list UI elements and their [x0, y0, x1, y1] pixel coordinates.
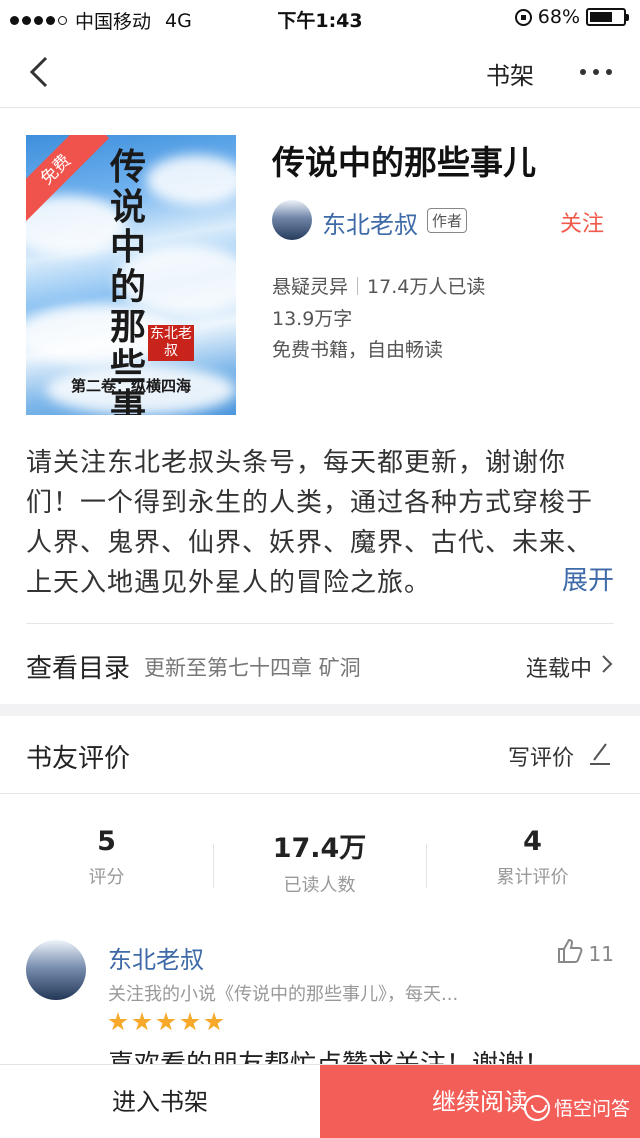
stat-label: 评分 — [88, 867, 125, 888]
stat-label: 已读人数 — [283, 875, 356, 896]
star-icon — [180, 1012, 200, 1031]
stat-value: 5 — [97, 826, 116, 857]
stat-label: 累计评价 — [496, 867, 569, 888]
book-title: 传说中的那些事儿 — [272, 143, 536, 182]
expand-button[interactable]: 展开 — [549, 560, 614, 597]
book-intro: 请关注东北老叔头条号，每天都更新，谢谢你们！一个得到永生的人类，通过各种方式穿梭… — [26, 448, 594, 598]
reviews-title: 书友评价 — [26, 744, 131, 774]
star-icon — [132, 1012, 152, 1031]
reviewer-name[interactable]: 东北老叔 — [108, 940, 204, 975]
more-options-icon[interactable] — [580, 69, 612, 75]
star-icon — [156, 1012, 176, 1031]
serial-status: 连载中 — [525, 657, 592, 682]
thumbs-up-icon[interactable] — [556, 937, 584, 965]
stat-reviews: 4 累计评价 — [426, 826, 639, 889]
back-arrow-icon[interactable] — [24, 54, 60, 90]
rotation-lock-icon — [514, 8, 532, 26]
book-meta-genre-readers: 悬疑灵异 17.4万人已读 — [272, 272, 485, 299]
write-review-button[interactable]: 写评价 — [508, 740, 574, 772]
reviewer-avatar[interactable] — [26, 940, 86, 1000]
battery-percent: 68% — [537, 6, 580, 28]
word-count: 13.9万字 — [272, 308, 353, 330]
cover-subtitle: 第二卷：纵横四海 — [70, 377, 191, 395]
toc-label: 查看目录 — [26, 654, 131, 684]
status-bar: 中国移动 4G 下午1:43 68% — [0, 0, 640, 36]
genre-label: 悬疑灵异 — [272, 276, 349, 298]
author-avatar[interactable] — [272, 200, 312, 240]
latest-chapter: 更新至第七十四章 矿洞 — [144, 656, 361, 680]
license-note: 免费书籍，自由畅读 — [272, 339, 444, 361]
book-cover[interactable]: 免费 传说中的那些事 东北老叔 第二卷：纵横四海 — [26, 135, 236, 415]
readers-count: 17.4万人已读 — [367, 276, 486, 298]
stat-value: 4 — [523, 826, 542, 857]
bookshelf-button[interactable]: 书架 — [486, 56, 534, 91]
table-of-contents-row[interactable]: 查看目录 更新至第七十四章 矿洞 连载中 — [0, 624, 640, 704]
wukong-logo-icon — [523, 1094, 550, 1121]
stat-readers: 17.4万 已读人数 — [213, 826, 426, 897]
star-icon — [108, 1012, 128, 1031]
author-tag: 作者 — [427, 208, 468, 233]
author-name[interactable]: 东北老叔 — [322, 205, 418, 240]
watermark: 悟空问答 — [523, 1094, 630, 1121]
watermark-text: 悟空问答 — [553, 1098, 630, 1120]
star-icon — [204, 1012, 224, 1031]
review-stats: 5 评分 17.4万 已读人数 4 累计评价 — [0, 826, 640, 896]
stat-value: 17.4万 — [272, 833, 367, 864]
follow-button[interactable]: 关注 — [560, 206, 604, 238]
nav-bar: 书架 — [0, 36, 640, 108]
add-to-shelf-button[interactable]: 进入书架 — [0, 1065, 320, 1138]
reviews-header: 书友评价 写评价 — [0, 716, 640, 794]
reviewer-subtitle: 关注我的小说《传说中的那些事儿》，每天... — [108, 984, 459, 1005]
stat-rating: 5 评分 — [0, 826, 213, 889]
battery-icon — [586, 8, 629, 26]
like-count: 11 — [588, 942, 614, 966]
cover-seal: 东北老叔 — [148, 325, 194, 361]
pen-icon[interactable] — [588, 740, 612, 766]
rating-stars — [108, 1012, 224, 1032]
chevron-right-icon — [602, 655, 613, 673]
section-gap — [0, 704, 640, 716]
